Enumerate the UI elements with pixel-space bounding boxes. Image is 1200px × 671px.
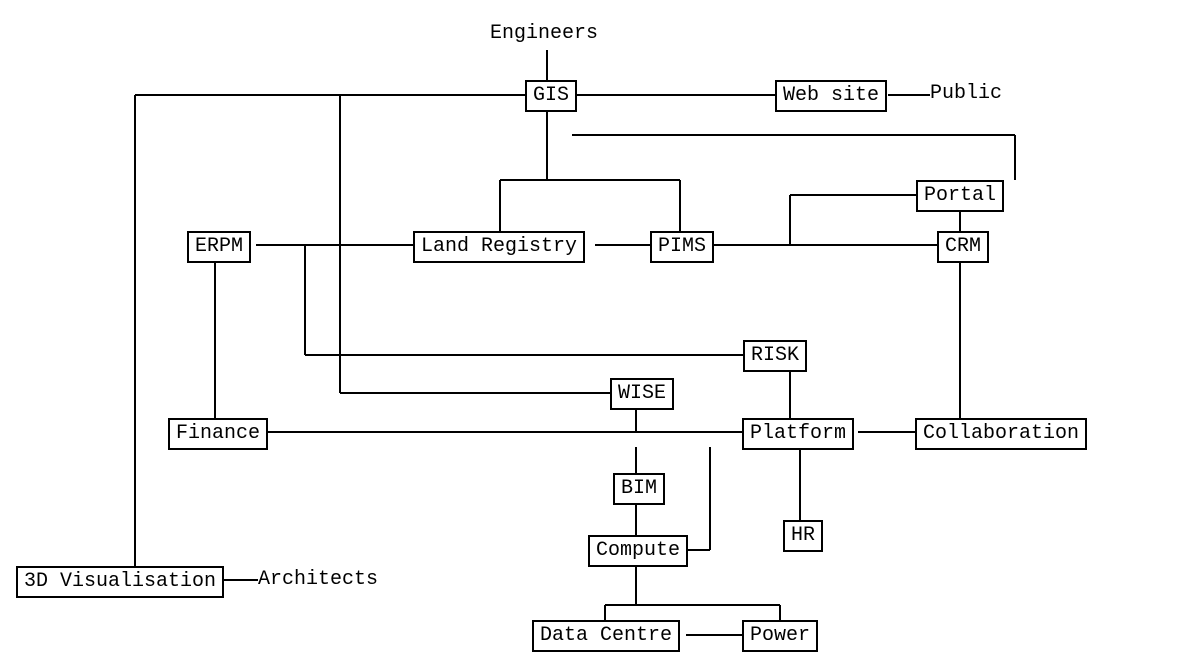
- node-collaboration: Collaboration: [915, 418, 1087, 450]
- label-engineers: Engineers: [490, 22, 598, 46]
- node-3d-visualisation: 3D Visualisation: [16, 566, 224, 598]
- node-erpm: ERPM: [187, 231, 251, 263]
- node-crm: CRM: [937, 231, 989, 263]
- node-portal: Portal: [916, 180, 1004, 212]
- node-finance: Finance: [168, 418, 268, 450]
- node-data-centre: Data Centre: [532, 620, 680, 652]
- node-website: Web site: [775, 80, 887, 112]
- node-hr: HR: [783, 520, 823, 552]
- node-land-registry: Land Registry: [413, 231, 585, 263]
- node-pims: PIMS: [650, 231, 714, 263]
- node-gis: GIS: [525, 80, 577, 112]
- node-compute: Compute: [588, 535, 688, 567]
- node-power: Power: [742, 620, 818, 652]
- node-wise: WISE: [610, 378, 674, 410]
- label-architects: Architects: [258, 568, 378, 592]
- node-risk: RISK: [743, 340, 807, 372]
- label-public: Public: [930, 82, 1002, 106]
- node-platform: Platform: [742, 418, 854, 450]
- node-bim: BIM: [613, 473, 665, 505]
